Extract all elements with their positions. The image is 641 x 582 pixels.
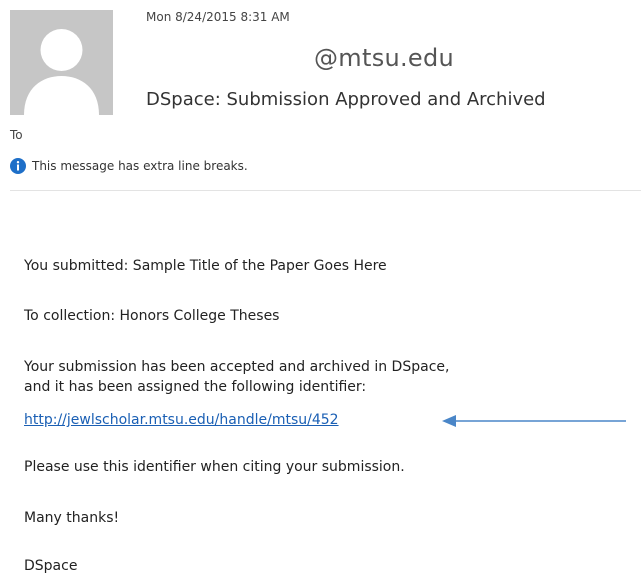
to-label: To bbox=[10, 128, 23, 142]
citing-note: Please use this identifier when citing y… bbox=[24, 459, 405, 475]
thanks-line: Many thanks! bbox=[24, 510, 120, 526]
arrow-left-icon bbox=[442, 415, 626, 427]
accepted-line-1: Your submission has been accepted and ar… bbox=[24, 359, 450, 375]
sender-address[interactable]: @mtsu.edu bbox=[314, 44, 454, 72]
info-bar[interactable]: This message has extra line breaks. bbox=[10, 157, 248, 175]
submitted-line: You submitted: Sample Title of the Paper… bbox=[24, 258, 387, 274]
signature-line: DSpace bbox=[24, 558, 78, 574]
identifier-link[interactable]: http://jewlscholar.mtsu.edu/handle/mtsu/… bbox=[24, 410, 339, 430]
info-message: This message has extra line breaks. bbox=[32, 159, 248, 173]
sender-avatar bbox=[10, 10, 113, 115]
header-divider bbox=[10, 190, 641, 191]
info-icon bbox=[10, 158, 26, 174]
collection-line: To collection: Honors College Theses bbox=[24, 308, 280, 324]
message-timestamp: Mon 8/24/2015 8:31 AM bbox=[146, 10, 290, 24]
message-subject: DSpace: Submission Approved and Archived bbox=[146, 89, 546, 110]
accepted-line-2: and it has been assigned the following i… bbox=[24, 379, 367, 395]
person-avatar-icon bbox=[10, 10, 113, 115]
